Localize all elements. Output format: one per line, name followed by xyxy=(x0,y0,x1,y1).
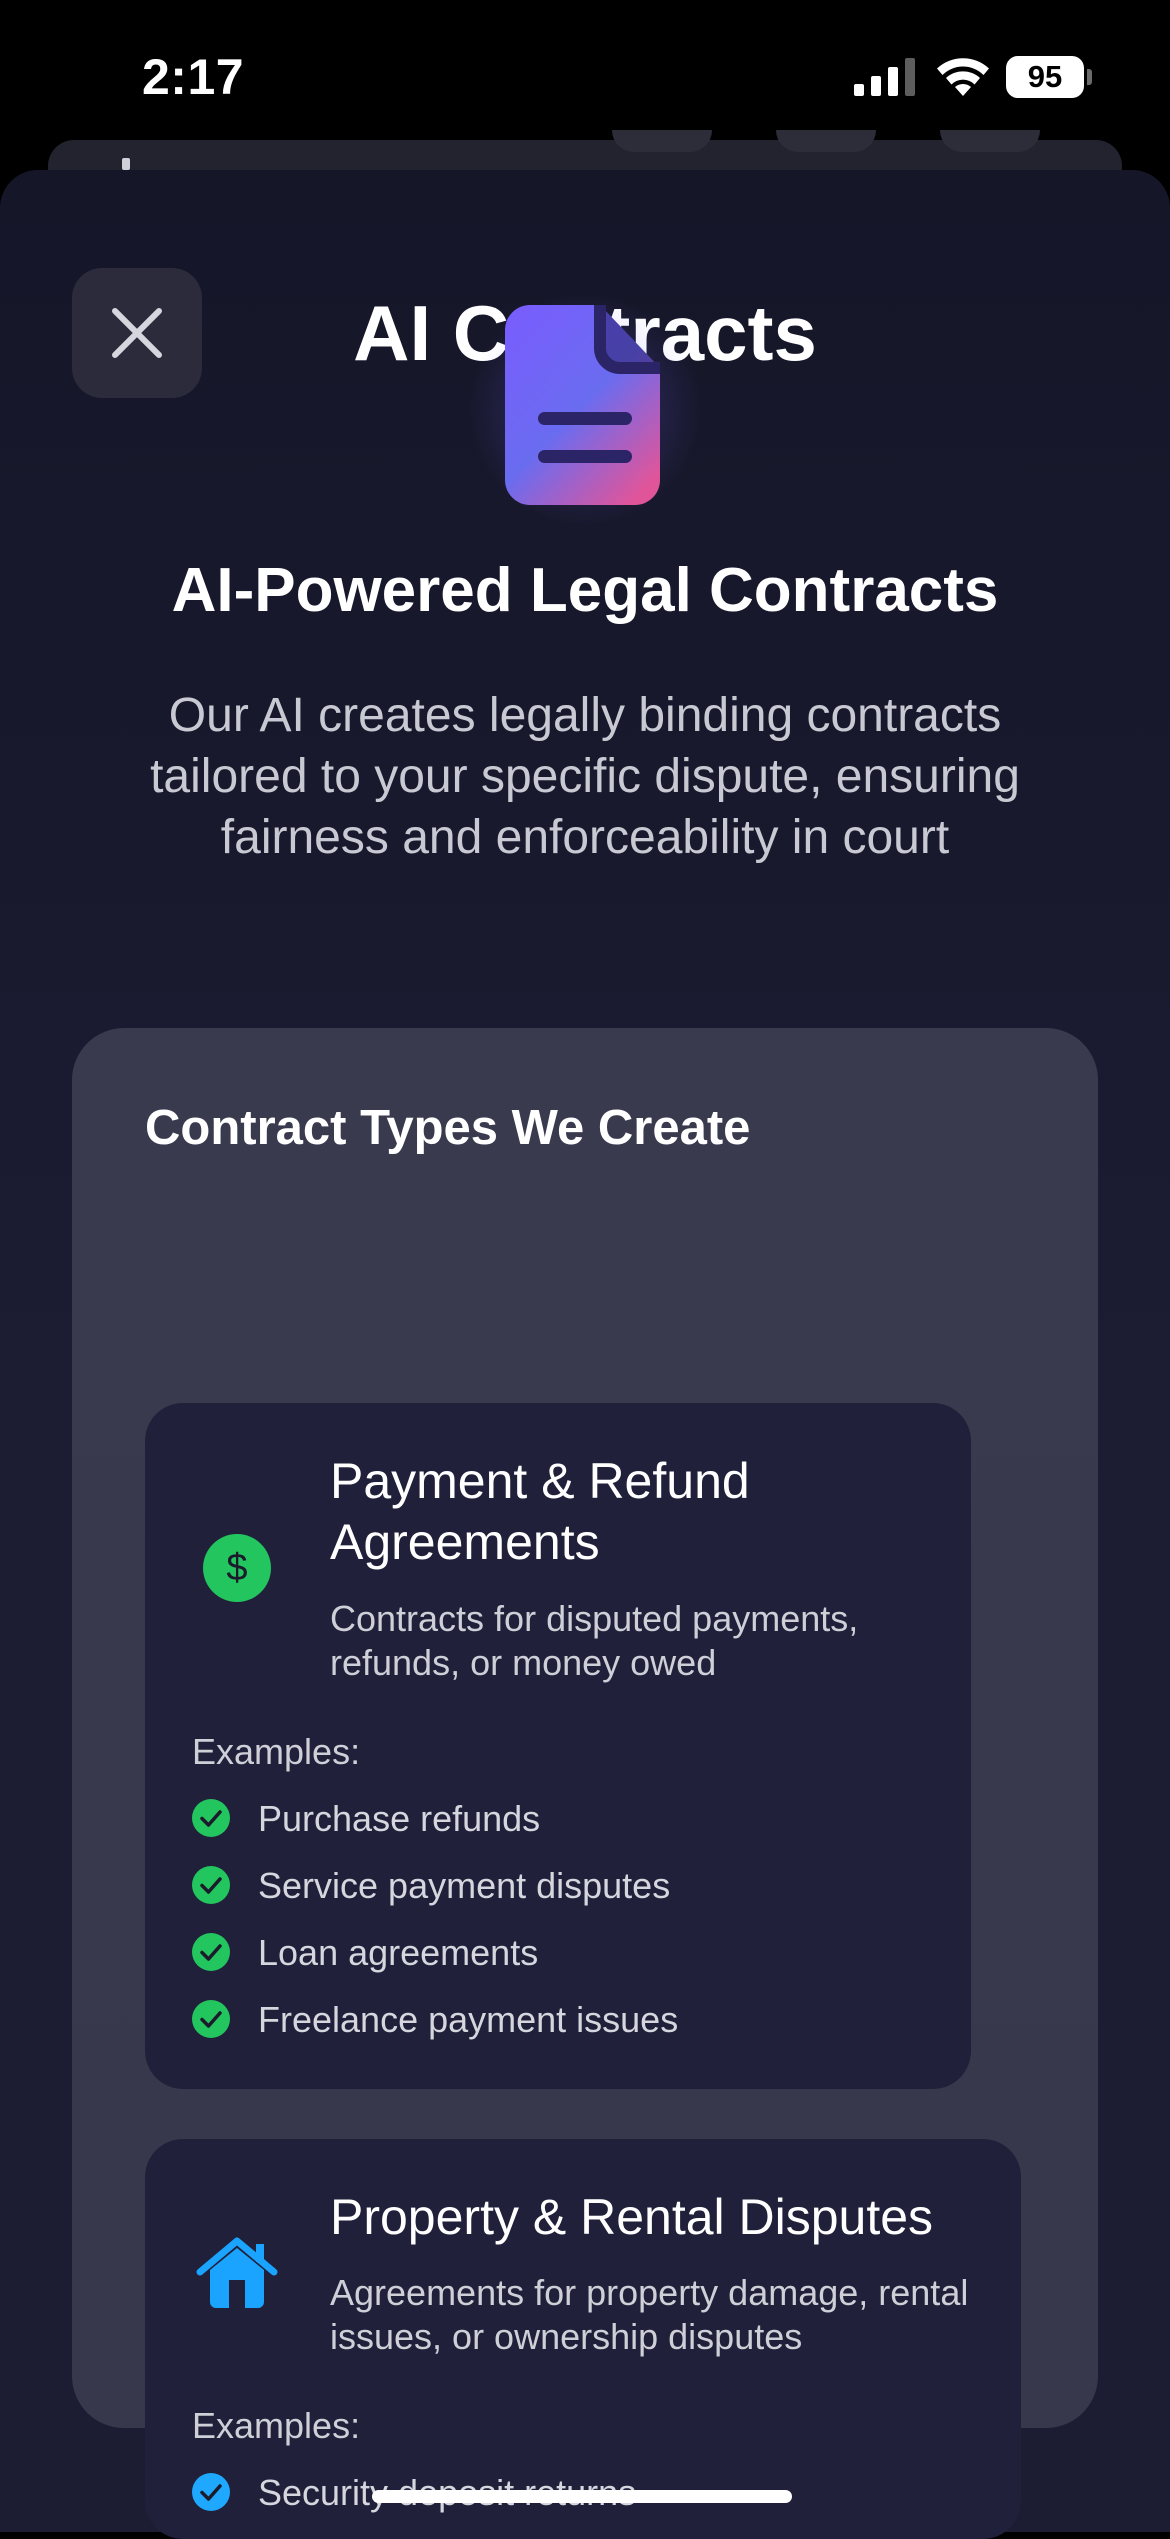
examples-label: Examples: xyxy=(192,1731,361,1772)
battery-level: 95 xyxy=(1006,56,1084,98)
checkmark-icon xyxy=(192,1866,230,1904)
document-icon xyxy=(505,305,660,505)
battery-cap xyxy=(1087,69,1092,85)
example-text: Freelance payment issues xyxy=(258,1999,679,2040)
contract-type-description: Agreements for property damage, rental i… xyxy=(330,2272,969,2357)
example-text: Purchase refunds xyxy=(258,1798,541,1839)
checkmark-icon xyxy=(192,1933,230,1971)
background-screen-glyph xyxy=(122,158,130,170)
checkmark-icon xyxy=(192,2000,230,2038)
example-text: Service payment disputes xyxy=(258,1865,671,1906)
wifi-icon xyxy=(937,58,989,96)
hero-title: AI-Powered Legal Contracts xyxy=(171,556,999,625)
cellular-signal-icon xyxy=(854,58,915,96)
svg-text:$: $ xyxy=(226,1547,247,1589)
contract-types-heading: Contract Types We Create xyxy=(145,1101,751,1155)
checkmark-icon xyxy=(192,1799,230,1837)
hero-description: Our AI creates legally binding contracts… xyxy=(150,689,1020,864)
contract-type-description: Contracts for disputed payments, refunds… xyxy=(330,1598,859,1683)
house-icon xyxy=(196,2237,278,2308)
background-button xyxy=(940,130,1040,152)
home-indicator[interactable] xyxy=(372,2490,792,2503)
battery-icon: 95 xyxy=(1006,56,1092,98)
examples-label: Examples: xyxy=(192,2405,361,2446)
example-text: Loan agreements xyxy=(258,1932,539,1973)
contract-type-title: Property & Rental Disputes xyxy=(330,2189,934,2245)
status-time: 2:17 xyxy=(142,49,245,105)
checkmark-icon xyxy=(192,2473,230,2511)
dollar-icon: $ xyxy=(203,1534,271,1602)
background-button xyxy=(612,130,712,152)
contract-type-title: Payment & Refund Agreements xyxy=(330,1453,750,1570)
background-button xyxy=(776,130,876,152)
status-bar: 2:17 95 xyxy=(0,0,1170,150)
